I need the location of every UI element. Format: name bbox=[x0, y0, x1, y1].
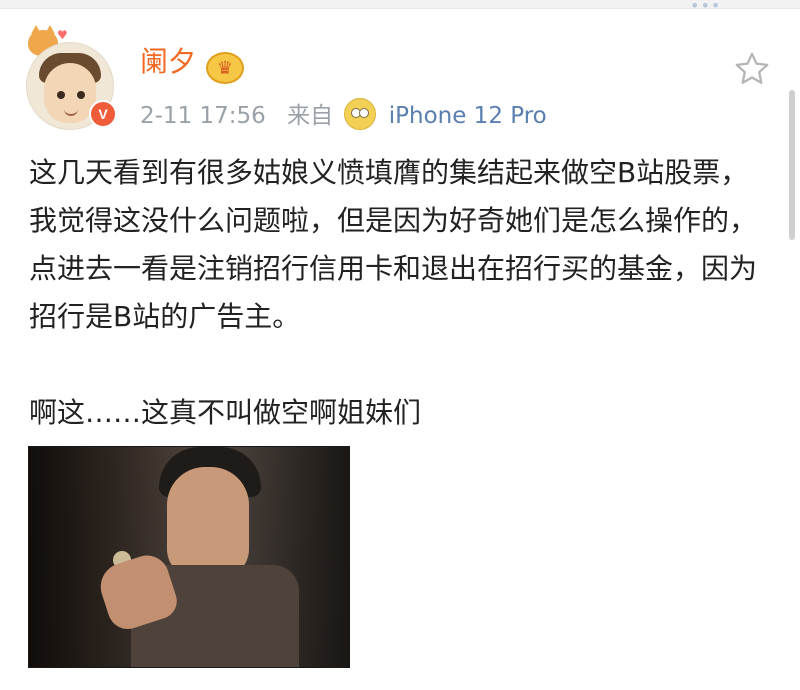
star-icon[interactable] bbox=[733, 50, 771, 88]
image-face bbox=[167, 467, 249, 579]
avatar-eye bbox=[57, 91, 65, 99]
username[interactable]: 阑夕 bbox=[140, 48, 196, 76]
emoji-icon bbox=[344, 98, 377, 130]
more-icon[interactable]: ••• bbox=[690, 0, 721, 15]
device-name[interactable]: iPhone 12 Pro bbox=[389, 103, 547, 129]
heart-icon: ♥ bbox=[57, 28, 68, 42]
top-divider bbox=[0, 0, 800, 9]
post-time: 2-11 17:56 bbox=[140, 103, 266, 129]
post-text-paragraph-1: 这几天看到有很多姑娘义愤填膺的集结起来做空B站股票，我觉得这没什么问题啦，但是因… bbox=[29, 156, 758, 333]
avatar-container[interactable]: ♥ V bbox=[26, 25, 117, 130]
scrollbar[interactable] bbox=[789, 90, 795, 240]
crown-icon: ♛ bbox=[206, 52, 244, 84]
post-text-paragraph-2: 啊这……这真不叫做空啊姐妹们 bbox=[29, 396, 422, 429]
post-meta: 2-11 17:56 来自 iPhone 12 Pro bbox=[140, 96, 547, 130]
avatar-eye bbox=[77, 91, 85, 99]
source-label: 来自 bbox=[287, 103, 334, 129]
post-image[interactable] bbox=[28, 446, 350, 668]
verified-badge: V bbox=[89, 100, 117, 128]
post-content: 这几天看到有很多姑娘义愤填膺的集结起来做空B站股票，我觉得这没什么问题啦，但是因… bbox=[29, 149, 759, 437]
